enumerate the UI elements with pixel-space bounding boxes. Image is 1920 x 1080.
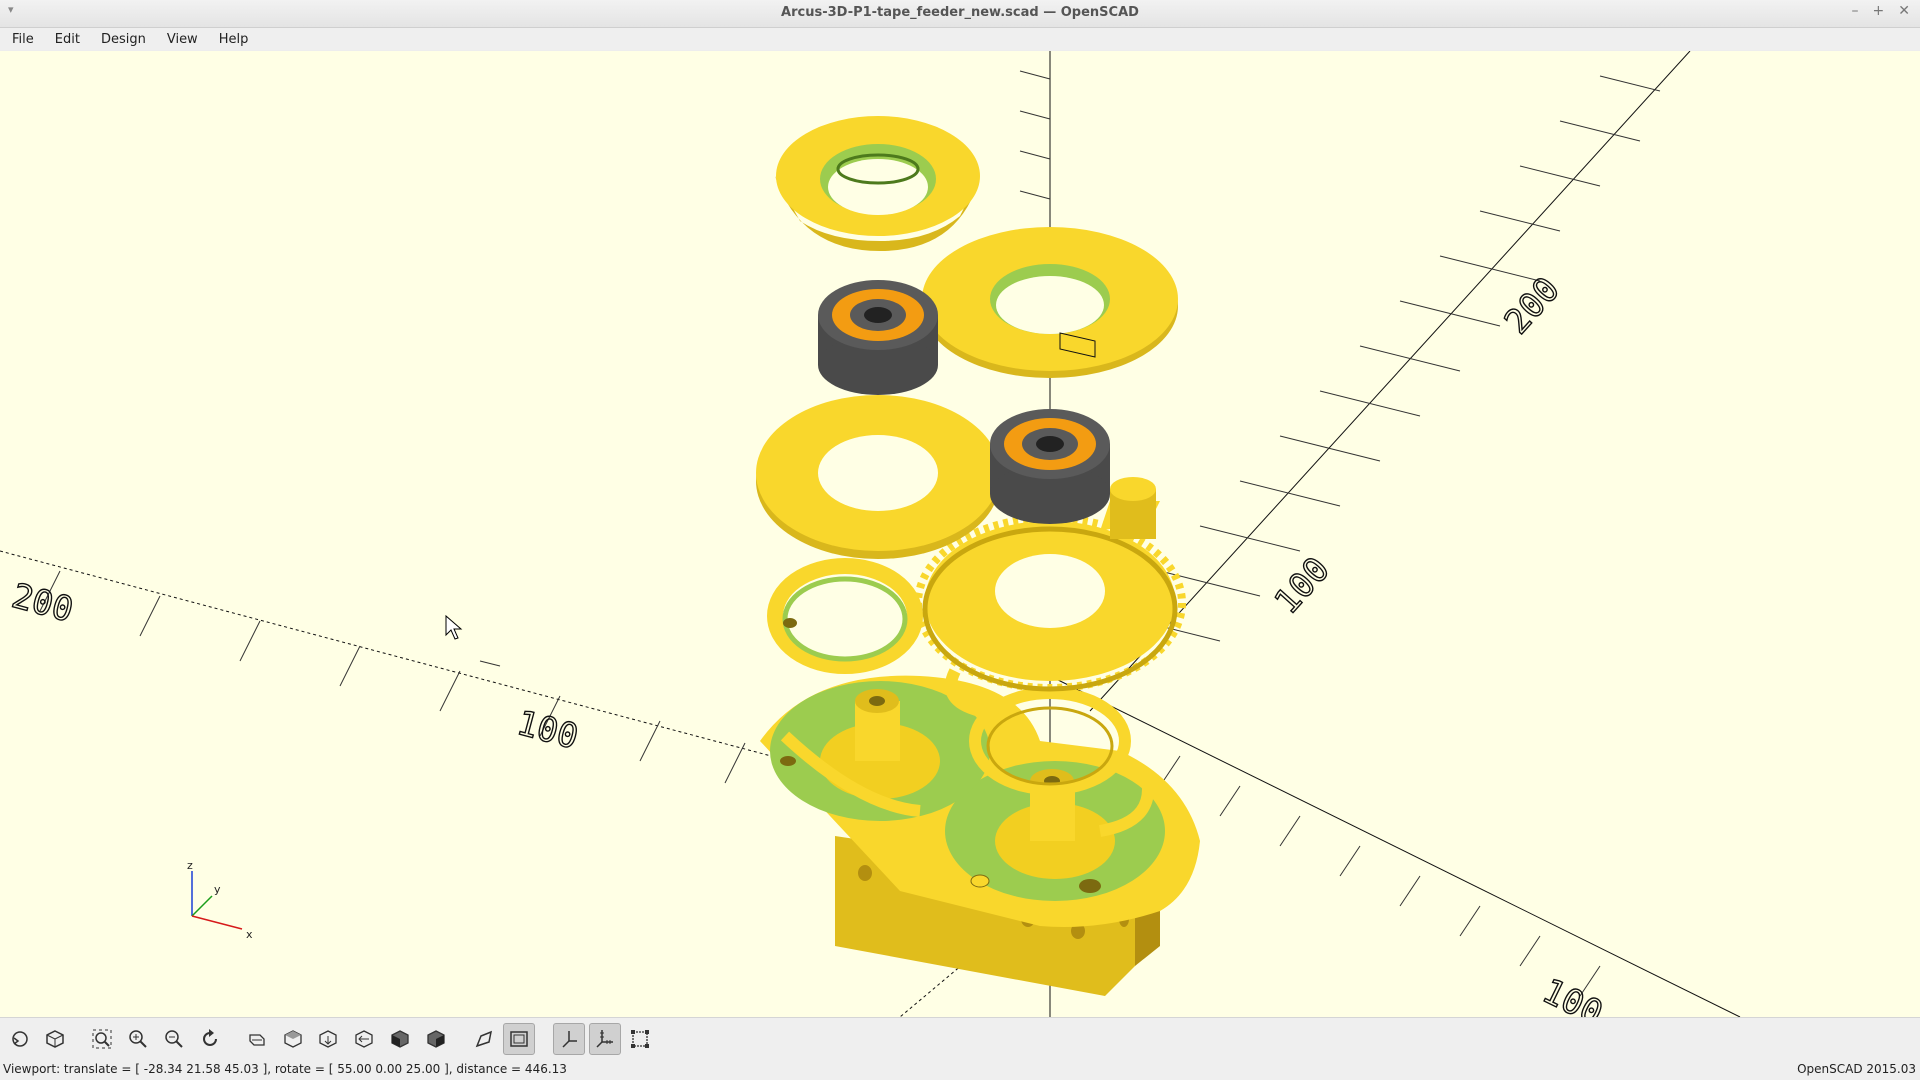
- maximize-icon[interactable]: +: [1873, 3, 1885, 19]
- view-back-icon: [427, 1030, 445, 1048]
- preview-button[interactable]: [8, 1027, 32, 1051]
- menu-help[interactable]: Help: [207, 32, 258, 47]
- scale-label-back-100: 100: [1267, 550, 1338, 622]
- view-bottom-button[interactable]: [316, 1027, 340, 1051]
- orthogonal-icon: [510, 1031, 528, 1047]
- view-bottom-icon: [319, 1030, 337, 1048]
- perspective-icon: [475, 1030, 493, 1048]
- zoom-in-button[interactable]: [126, 1027, 150, 1051]
- view-back-button[interactable]: [424, 1027, 448, 1051]
- 3d-viewport[interactable]: 200 100 100 100 200 z y x: [0, 51, 1920, 1017]
- show-edges-icon: [631, 1030, 649, 1048]
- view-left-button[interactable]: [352, 1027, 376, 1051]
- view-top-icon: [284, 1030, 302, 1048]
- render-button[interactable]: [43, 1027, 67, 1051]
- show-axes-button[interactable]: [553, 1023, 585, 1055]
- menu-design[interactable]: Design: [89, 32, 155, 47]
- bearing-left: [818, 280, 938, 395]
- scale-labels: 200 100 100 100 200: [7, 269, 1610, 1017]
- title-bar: ▾ Arcus-3D-P1-tape_feeder_new.scad — Ope…: [0, 0, 1920, 28]
- view-front-button[interactable]: [388, 1027, 412, 1051]
- y-axis-positive: [1089, 51, 1691, 712]
- c-ring-upper: [767, 558, 923, 674]
- viewport-status: Viewport: translate = [ -28.34 21.58 45.…: [3, 1062, 567, 1076]
- show-axes-icon: [562, 1031, 577, 1048]
- orthogonal-button[interactable]: [503, 1023, 535, 1055]
- status-bar: Viewport: translate = [ -28.34 21.58 45.…: [0, 1059, 1920, 1080]
- view-left-icon: [355, 1030, 373, 1048]
- reset-view-button[interactable]: [198, 1027, 222, 1051]
- close-icon[interactable]: ✕: [1898, 3, 1910, 19]
- version-label: OpenSCAD 2015.03: [1797, 1062, 1916, 1076]
- axis-label-x: x: [246, 928, 253, 941]
- menu-view[interactable]: View: [155, 32, 207, 47]
- washer-left: [756, 395, 1000, 559]
- washer-right: [922, 227, 1178, 378]
- view-top-button[interactable]: [281, 1027, 305, 1051]
- axis-label-y: y: [214, 883, 221, 896]
- minimize-icon[interactable]: –: [1852, 3, 1859, 19]
- feeder-plate-lower: [760, 675, 1200, 927]
- zoom-out-icon: [165, 1030, 183, 1048]
- bearing-right: [990, 409, 1110, 524]
- preview-icon: [12, 1031, 28, 1047]
- window-controls: – + ✕: [1852, 3, 1910, 19]
- axis-label-z: z: [187, 859, 193, 872]
- view-all-button[interactable]: [90, 1027, 114, 1051]
- show-scale-markers-icon: [596, 1030, 613, 1048]
- perspective-button[interactable]: [472, 1027, 496, 1051]
- scale-label-left-100: 100: [513, 703, 583, 758]
- view-front-icon: [391, 1030, 409, 1048]
- x-axis-negative: [0, 550, 791, 762]
- axis-indicator: z y x: [187, 859, 253, 941]
- view-right-button[interactable]: [245, 1027, 269, 1051]
- menu-edit[interactable]: Edit: [43, 32, 89, 47]
- view-all-icon: [92, 1029, 112, 1049]
- scale-label-back-200: 200: [1497, 270, 1568, 342]
- show-scale-markers-button[interactable]: [589, 1023, 621, 1055]
- show-edges-button[interactable]: [628, 1027, 652, 1051]
- view-toolbar: [0, 1017, 1920, 1060]
- zoom-in-icon: [129, 1030, 147, 1048]
- zoom-out-button[interactable]: [162, 1027, 186, 1051]
- window-title: Arcus-3D-P1-tape_feeder_new.scad — OpenS…: [781, 5, 1139, 20]
- menu-file[interactable]: File: [0, 32, 43, 47]
- scene: 200 100 100 100 200 z y x: [0, 51, 1741, 1017]
- cap-top: [775, 116, 980, 251]
- scale-label-left-200: 200: [8, 576, 78, 631]
- reset-view-icon: [203, 1029, 217, 1046]
- mouse-cursor: [445, 614, 463, 640]
- view-right-icon: [249, 1034, 265, 1046]
- render-icon: [46, 1030, 64, 1048]
- menu-bar: File Edit Design View Help: [0, 28, 1920, 50]
- scale-label-right-100: 100: [1536, 971, 1609, 1017]
